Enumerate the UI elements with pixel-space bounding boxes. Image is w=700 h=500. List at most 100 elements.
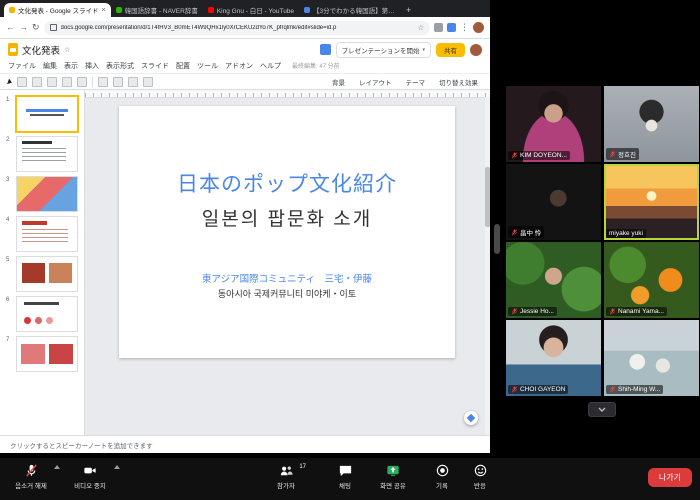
explore-button[interactable]	[464, 411, 478, 425]
slide-title-japanese[interactable]: 日本のポップ文化紹介	[119, 168, 455, 198]
account-avatar[interactable]	[470, 44, 482, 56]
redo-icon[interactable]	[32, 77, 42, 87]
participant-video-miyake-yuki[interactable]: miyake yuki	[604, 164, 699, 240]
layout-button[interactable]: レイアウト	[355, 76, 396, 88]
menu-insert[interactable]: 挿入	[85, 61, 99, 71]
share-screen-button[interactable]: 화면 공유	[366, 463, 420, 490]
chat-button[interactable]: 채팅	[326, 463, 364, 490]
participant-name-tag: Nanami Yama...	[606, 307, 667, 316]
undo-icon[interactable]	[17, 77, 27, 87]
select-tool-icon[interactable]	[7, 78, 13, 85]
meet-present-icon[interactable]	[320, 44, 331, 55]
theme-button[interactable]: テーマ	[402, 76, 430, 88]
site-favicon	[304, 7, 310, 13]
slide-number: 1	[6, 96, 13, 103]
address-bar[interactable]: docs.google.com/presentation/d/1T4fHV3_B…	[44, 21, 430, 35]
participant-name-tag: miyake yuki	[606, 229, 646, 238]
naver-favicon	[116, 7, 122, 13]
record-button[interactable]: 기록	[424, 463, 460, 490]
menu-addons[interactable]: アドオン	[225, 61, 253, 71]
menu-arrange[interactable]: 配置	[176, 61, 190, 71]
participant-video-hatakenaka-rei[interactable]: 畠中 怜	[506, 164, 601, 240]
background-button[interactable]: 背景	[328, 76, 349, 88]
present-button[interactable]: プレゼンテーションを開始 ▾	[336, 42, 431, 58]
slide-thumbnail-3[interactable]: 3	[0, 174, 84, 214]
participant-video-kim-doyeon[interactable]: KIM DOYEON...	[506, 86, 601, 162]
slide-number: 6	[6, 296, 13, 303]
participant-video-nanami-yama[interactable]: Nanami Yama...	[604, 242, 699, 318]
scroll-down-button[interactable]	[588, 402, 616, 417]
menu-file[interactable]: ファイル	[8, 61, 36, 71]
video-camera-icon	[82, 463, 98, 478]
tab-title: 文化発表 - Google スライド	[18, 5, 99, 15]
speaker-notes-bar[interactable]: クリックするとスピーカーノートを追加できます	[0, 435, 490, 453]
reactions-button[interactable]: 반응	[462, 463, 498, 490]
text-box-icon[interactable]	[98, 77, 108, 87]
slide-thumb-preview	[16, 336, 78, 372]
url-text: docs.google.com/presentation/d/1T4fHV3_B…	[61, 25, 414, 31]
mic-muted-icon	[24, 463, 39, 478]
forward-button[interactable]: →	[19, 23, 28, 32]
mic-options-caret[interactable]	[54, 465, 60, 469]
transition-button[interactable]: 切り替え効果	[435, 76, 482, 88]
back-button[interactable]: ←	[6, 23, 15, 32]
menu-help[interactable]: ヘルプ	[260, 61, 281, 71]
share-button[interactable]: 共有	[436, 43, 465, 57]
browser-tab-slides[interactable]: 文化発表 - Google スライド ×	[4, 3, 111, 17]
slide-subtitle-japanese[interactable]: 東アジア国際コミュニティ 三宅・伊藤	[119, 271, 455, 285]
participant-video-jeong-hojin[interactable]: 정호진	[604, 86, 699, 162]
browser-tab-korean-lesson[interactable]: 【3分でわかる韓国語】第1…	[299, 3, 402, 17]
slide-thumbnail-4[interactable]: 4	[0, 214, 84, 254]
stop-video-button[interactable]: 비디오 중지	[62, 463, 118, 490]
participant-name: Shih-Ming W...	[618, 386, 660, 393]
reload-button[interactable]: ↻	[32, 23, 40, 32]
menu-slide[interactable]: スライド	[141, 61, 169, 71]
zoom-tool-icon[interactable]	[77, 77, 87, 87]
participant-name: KIM DOYEON...	[520, 152, 567, 159]
tab-close-icon[interactable]: ×	[102, 7, 106, 14]
video-options-caret[interactable]	[114, 465, 120, 469]
extension-icon-blue[interactable]	[447, 23, 456, 32]
panel-resize-handle[interactable]	[494, 224, 500, 254]
participant-video-choi-gayeon[interactable]: CHOI GAYEON	[506, 320, 601, 396]
unmute-button[interactable]: 음소거 해제	[4, 463, 58, 490]
slide-title-korean[interactable]: 일본의 팝문화 소개	[119, 204, 455, 231]
browser-menu-icon[interactable]: ⋮	[460, 23, 469, 32]
browser-tab-dictionary[interactable]: 韓国語辞書 - NAVER辞書	[111, 3, 203, 17]
last-edit-label[interactable]: 最終編集: 47 分前	[292, 61, 340, 70]
menu-format[interactable]: 表示形式	[106, 61, 134, 71]
star-document-icon[interactable]: ☆	[64, 46, 70, 54]
browser-tab-youtube[interactable]: King Gnu - 白日 - YouTube	[203, 3, 299, 17]
scrollbar-thumb[interactable]	[485, 167, 490, 227]
participant-name: Jessie Ho...	[520, 308, 554, 315]
slide-thumbnail-7[interactable]: 7	[0, 334, 84, 374]
leave-button[interactable]: 나가기	[648, 468, 692, 487]
current-slide[interactable]: 日本のポップ文化紹介 일본의 팝문화 소개 東アジア国際コミュニティ 三宅・伊藤…	[119, 106, 455, 358]
menu-view[interactable]: 表示	[64, 61, 78, 71]
slide-subtitle-korean[interactable]: 동아시아 국제커뮤니티 미야케・이토	[119, 287, 455, 300]
slide-thumbnail-2[interactable]: 2	[0, 134, 84, 174]
insert-shape-icon[interactable]	[128, 77, 138, 87]
reactions-label: 반응	[474, 480, 486, 490]
participant-video-jessie-ho[interactable]: Jessie Ho...	[506, 242, 601, 318]
paint-format-icon[interactable]	[62, 77, 72, 87]
document-title[interactable]: 文化発表	[22, 43, 60, 57]
participant-video-shih-ming[interactable]: Shih-Ming W...	[604, 320, 699, 396]
slide-thumbnail-5[interactable]: 5	[0, 254, 84, 294]
profile-avatar[interactable]	[473, 22, 484, 33]
slide-thumbnail-1[interactable]: 1	[0, 94, 84, 134]
bookmark-star-icon[interactable]: ☆	[418, 24, 424, 32]
insert-image-icon[interactable]	[113, 77, 123, 87]
participant-name-tag: KIM DOYEON...	[508, 151, 570, 160]
new-tab-button[interactable]: +	[406, 3, 411, 17]
slide-thumbnail-6[interactable]: 6	[0, 294, 84, 334]
menu-edit[interactable]: 編集	[43, 61, 57, 71]
participants-button[interactable]: 17 참가자	[258, 463, 314, 490]
participant-name-tag: Jessie Ho...	[508, 307, 557, 316]
print-icon[interactable]	[47, 77, 57, 87]
menu-tools[interactable]: ツール	[197, 61, 218, 71]
browser-toolbar: ← → ↻ docs.google.com/presentation/d/1T4…	[0, 17, 490, 39]
extension-icon[interactable]	[434, 23, 443, 32]
insert-line-icon[interactable]	[143, 77, 153, 87]
canvas-scrollbar[interactable]	[485, 97, 490, 435]
